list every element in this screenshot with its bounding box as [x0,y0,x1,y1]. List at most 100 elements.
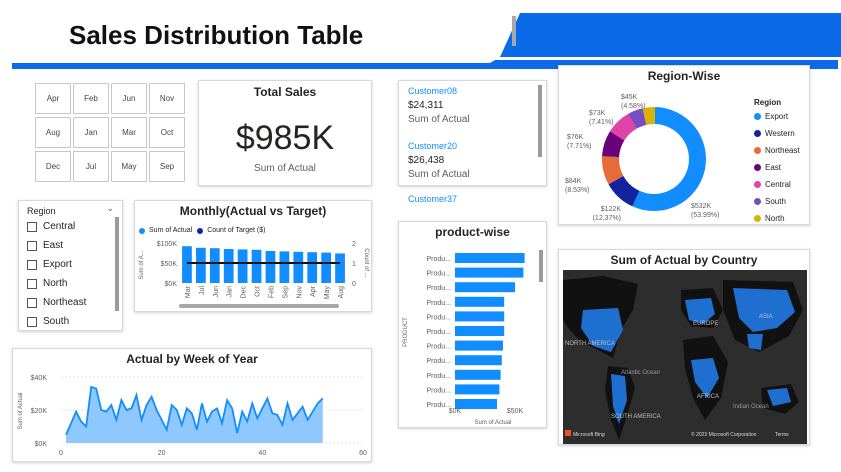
bar[interactable] [455,267,524,278]
month-button[interactable]: Jun [111,83,147,114]
checkbox[interactable] [27,278,37,289]
scrollbar[interactable] [538,85,542,157]
data-label: (7.41%) [589,119,614,126]
bar[interactable] [455,311,505,322]
total-sales-caption: Sum of Actual [254,163,316,174]
region-option[interactable]: South [27,316,69,327]
legend-label: Northeast [765,146,800,155]
bar[interactable] [335,253,345,283]
bar[interactable] [279,251,290,283]
bar[interactable] [455,296,505,307]
bar[interactable] [223,249,234,283]
map-label: Atlantic Ocean [621,370,660,376]
x-tick-label: 0 [59,450,63,457]
bar[interactable] [237,249,248,283]
legend-item[interactable]: North [754,214,785,223]
customer-name[interactable]: Customer37 [408,194,457,204]
data-label: (8.53%) [565,187,590,194]
bar[interactable] [182,246,192,283]
map-label: SOUTH AMERICA [611,414,661,420]
region-option[interactable]: Export [27,259,72,270]
month-button[interactable]: Oct [149,117,185,148]
region-option[interactable]: North [27,278,67,289]
bar[interactable] [455,340,503,351]
legend-item[interactable]: Western [754,129,795,138]
checkbox[interactable] [27,259,37,270]
y-tick-label: Produ... [426,329,451,336]
month-button[interactable]: May [111,151,147,182]
legend-label: South [765,197,786,206]
x-tick-label: 40 [258,450,266,457]
customer-name[interactable]: Customer08 [408,86,457,96]
y-axis-label: Sum of Actual [18,392,24,429]
bar[interactable] [455,355,502,366]
data-label: $45K [621,94,638,101]
month-button[interactable]: Mar [111,117,147,148]
month-button[interactable]: Nov [149,83,185,114]
bar[interactable] [307,252,318,283]
legend-item[interactable]: Central [754,180,791,189]
checkbox[interactable] [27,297,37,308]
chevron-down-icon[interactable]: ⌄ [106,203,114,214]
region-slicer-title: Region [27,206,56,216]
legend-marker [754,113,761,120]
month-button[interactable]: Jul [73,151,109,182]
checkbox[interactable] [27,316,37,327]
product-chart-card: product-wise Produ... Produ... Produ... Pro… [398,221,547,428]
map-label: EUROPE [693,321,718,327]
bar[interactable] [251,249,262,283]
month-button[interactable]: Apr [35,83,71,114]
legend-item[interactable]: South [754,197,786,206]
bar[interactable] [455,384,500,395]
bar[interactable] [293,251,304,283]
bar[interactable] [455,369,501,380]
bar[interactable] [196,247,206,283]
y-tick-label: Produ... [426,271,451,278]
legend-marker [754,215,761,222]
bar[interactable] [455,282,515,293]
checkbox[interactable] [27,240,37,251]
x-tick-label: Jan [227,286,234,297]
world-map[interactable]: NORTH AMERICA EUROPE ASIA Atlantic Ocean… [563,270,807,444]
y2-tick-label: 2 [352,241,356,248]
weekly-chart-card: Actual by Week of Year $40K $20K $0K 0 20 40 6… [12,348,372,462]
bar[interactable] [321,252,331,283]
bar[interactable] [209,248,220,283]
legend-item[interactable]: East [754,163,781,172]
month-button[interactable]: Feb [73,83,109,114]
month-button[interactable]: Jan [73,117,109,148]
data-label: (7.71%) [567,143,592,150]
customer-caption: Sum of Actual [408,114,470,125]
customer-name[interactable]: Customer20 [408,141,457,151]
bar[interactable] [265,251,276,283]
region-option[interactable]: Northeast [27,297,86,308]
map-terms-link[interactable]: Terms [775,432,789,438]
monthly-chart-card: Monthly(Actual vs Target) Sum of Actual … [134,200,372,312]
bar[interactable] [455,399,497,409]
month-button[interactable]: Aug [35,117,71,148]
bar[interactable] [455,326,505,336]
data-label: $73K [589,110,606,117]
y-tick-label: $50K [161,261,178,268]
map-label: Indian Ocean [733,404,769,410]
x-tick-label: Mar [185,285,192,298]
legend-marker [754,147,761,154]
legend-label: Export [765,112,789,121]
map-label: ASIA [759,314,773,320]
scrollbar[interactable] [115,217,119,311]
scrollbar[interactable] [179,304,339,308]
month-button[interactable]: Sep [149,151,185,182]
x-tick-label: May [324,286,331,300]
region-option[interactable]: East [27,240,63,251]
bar[interactable] [455,253,525,263]
scrollbar[interactable] [539,250,543,282]
legend-item[interactable]: Northeast [754,146,800,155]
y-tick-label: Produ... [426,314,451,321]
legend-label: Central [765,180,791,189]
customer-card-list: Customer08 $24,311 Sum of Actual Custome… [398,80,547,186]
month-button[interactable]: Dec [35,151,71,182]
region-option[interactable]: Central [27,221,75,232]
legend-item[interactable]: Export [754,112,788,121]
x-tick-label: 20 [158,450,166,457]
checkbox[interactable] [27,221,37,232]
